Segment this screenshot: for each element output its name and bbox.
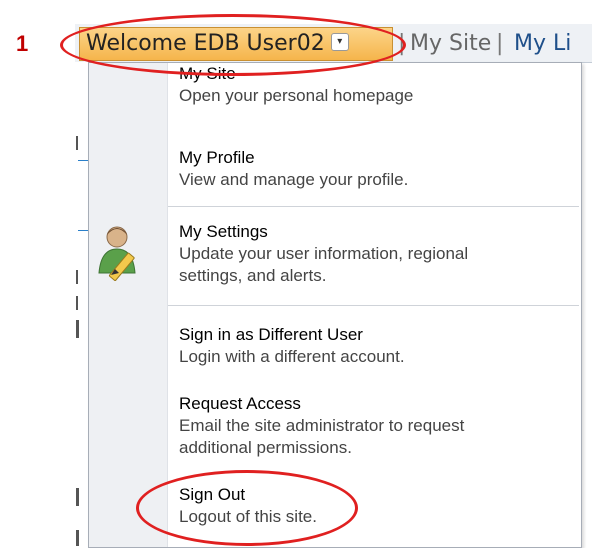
- menu-item-description: View and manage your profile.: [179, 170, 409, 189]
- menu-item-title: My Settings: [179, 222, 268, 241]
- menu-item-description: Login with a different account.: [179, 347, 405, 366]
- background-fragment: [76, 136, 78, 150]
- menu-item-request-access[interactable]: Request Access Email the site administra…: [179, 393, 464, 459]
- step-1-label: 1: [16, 31, 29, 56]
- background-fragment: [76, 296, 78, 310]
- background-fragment: [78, 230, 88, 231]
- menu-item-description: Open your personal homepage: [179, 86, 414, 105]
- my-links-link[interactable]: My Li: [514, 29, 571, 59]
- background-fragment: [78, 160, 88, 161]
- menu-item-title: My Profile: [179, 148, 255, 167]
- background-fragment: [76, 270, 78, 284]
- menu-divider: [168, 206, 579, 207]
- menu-item-title: Request Access: [179, 394, 301, 413]
- menu-item-my-profile[interactable]: My Profile View and manage your profile.: [179, 147, 408, 191]
- user-settings-icon: [98, 226, 136, 281]
- background-fragment: [76, 320, 79, 338]
- menu-item-sign-in-different-user[interactable]: Sign in as Different User Login with a d…: [179, 324, 405, 368]
- background-fragment: [76, 488, 79, 506]
- link-separator: |: [496, 31, 504, 56]
- background-fragment: [76, 530, 79, 546]
- menu-gutter: [89, 63, 168, 547]
- menu-item-description: Update your user information, regional: [179, 244, 469, 263]
- menu-item-description-line2: settings, and alerts.: [179, 266, 327, 285]
- highlight-ellipse-sign-out: [136, 470, 358, 546]
- menu-item-description: Email the site administrator to request: [179, 416, 465, 435]
- my-site-link[interactable]: My Site: [410, 29, 491, 59]
- menu-item-description-line2: additional permissions.: [179, 438, 352, 457]
- highlight-ellipse-welcome: [60, 14, 406, 76]
- menu-item-my-settings[interactable]: My Settings Update your user information…: [179, 221, 468, 287]
- user-dropdown-menu: My Site Open your personal homepage My P…: [88, 62, 582, 548]
- menu-divider: [168, 305, 579, 306]
- menu-item-title: Sign in as Different User: [179, 325, 363, 344]
